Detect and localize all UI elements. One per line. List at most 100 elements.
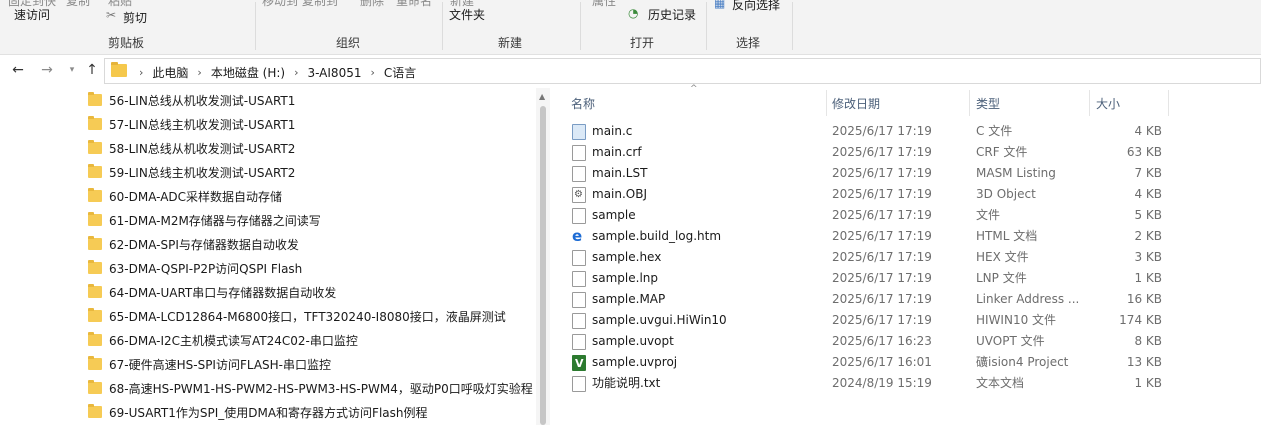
column-header-date[interactable]: 修改日期 <box>832 88 962 118</box>
tree-item-folder[interactable]: 65-DMA-LCD12864-M6800接口，TFT320240-I8080接… <box>88 304 506 328</box>
scrollbar-thumb[interactable] <box>540 106 546 425</box>
breadcrumb-drive-h[interactable]: 本地磁盘 (H:) <box>206 64 290 81</box>
chevron-right-icon[interactable]: › <box>366 66 378 79</box>
folder-icon <box>88 332 102 346</box>
file-name-cell: main.crf <box>572 142 822 163</box>
properties-clipped[interactable]: 属性 <box>592 0 616 9</box>
chevron-right-icon[interactable]: › <box>135 66 147 79</box>
file-name: main.OBJ <box>592 187 648 201</box>
tree-item-folder[interactable]: 57-LIN总线主机收发测试-USART1 <box>88 112 295 136</box>
file-row[interactable]: sample.uvopt 2025/6/17 16:23 UVOPT 文件 8 … <box>560 331 1261 352</box>
tree-item-folder[interactable]: 60-DMA-ADC采样数据自动存储 <box>88 184 282 208</box>
tree-item-folder[interactable]: 56-LIN总线从机收发测试-USART1 <box>88 88 295 112</box>
file-name-cell: sample.uvopt <box>572 331 822 352</box>
file-date: 2025/6/17 17:19 <box>832 313 932 327</box>
file-list: ^ 名称 修改日期 类型 大小 main.c 2025/6/17 17:19 C… <box>560 84 1261 425</box>
folder-icon <box>88 284 102 298</box>
delete-clipped[interactable]: 删除 <box>360 0 384 9</box>
column-header-name[interactable]: 名称 <box>571 88 821 118</box>
tree-item-folder[interactable]: 68-高速HS-PWM1-HS-PWM2-HS-PWM3-HS-PWM4，驱动P… <box>88 376 533 400</box>
breadcrumb-ai8051[interactable]: 3-AI8051 <box>302 66 366 80</box>
quick-access-label[interactable]: 速访问 <box>14 6 50 23</box>
back-arrow-icon[interactable]: ← <box>9 61 27 79</box>
move-copy-to-clipped[interactable]: 移动到 复制到 <box>262 0 338 9</box>
address-bar[interactable]: › 此电脑 › 本地磁盘 (H:) › 3-AI8051 › C语言 <box>104 58 1261 84</box>
column-header-type[interactable]: 类型 <box>976 88 1086 118</box>
file-name: sample.uvproj <box>592 355 678 369</box>
tree-item-folder[interactable]: 61-DMA-M2M存储器与存储器之间读写 <box>88 208 321 232</box>
file-row[interactable]: sample.build_log.htm 2025/6/17 17:19 HTM… <box>560 226 1261 247</box>
folder-icon <box>88 212 102 226</box>
breadcrumb: › 此电脑 › 本地磁盘 (H:) › 3-AI8051 › C语言 <box>135 64 421 81</box>
tree-item-label: 66-DMA-I2C主机模式读写AT24C02-串口监控 <box>109 333 358 348</box>
file-row[interactable]: sample.hex 2025/6/17 17:19 HEX 文件 3 KB <box>560 247 1261 268</box>
file-row[interactable]: main.crf 2025/6/17 17:19 CRF 文件 63 KB <box>560 142 1261 163</box>
tree-item-label: 65-DMA-LCD12864-M6800接口，TFT320240-I8080接… <box>109 309 506 324</box>
tree-item-folder[interactable]: 66-DMA-I2C主机模式读写AT24C02-串口监控 <box>88 328 358 352</box>
file-row[interactable]: sample.MAP 2025/6/17 17:19 Linker Addres… <box>560 289 1261 310</box>
folder-icon <box>88 380 102 394</box>
file-size: 5 KB <box>1134 208 1162 222</box>
copy-clipped[interactable]: 复制 <box>66 0 90 9</box>
file-name: main.c <box>592 124 633 138</box>
file-name: 功能说明.txt <box>592 376 661 390</box>
cut-button[interactable]: 剪切 <box>123 9 147 26</box>
navigation-bar: ← → ▾ ↑ › 此电脑 › 本地磁盘 (H:) › 3-AI8051 › C… <box>0 56 1261 86</box>
tree-item-label: 69-USART1作为SPI_使用DMA和寄存器方式访问Flash例程 <box>109 405 428 420</box>
file-row[interactable]: sample.uvgui.HiWin10 2025/6/17 17:19 HIW… <box>560 310 1261 331</box>
up-arrow-icon[interactable]: ↑ <box>83 61 101 79</box>
column-header-size[interactable]: 大小 <box>1096 88 1166 118</box>
breadcrumb-this-pc[interactable]: 此电脑 <box>147 64 193 81</box>
file-row[interactable]: sample.uvproj 2025/6/17 16:01 礦ision4 Pr… <box>560 352 1261 373</box>
rename-clipped[interactable]: 重命名 <box>396 0 432 9</box>
file-row[interactable]: main.OBJ 2025/6/17 17:19 3D Object 4 KB <box>560 184 1261 205</box>
invert-selection-button[interactable]: 反向选择 <box>732 0 780 13</box>
column-divider[interactable] <box>1168 90 1169 116</box>
tree-item-folder[interactable]: 59-LIN总线主机收发测试-USART2 <box>88 160 295 184</box>
tree-item-label: 68-高速HS-PWM1-HS-PWM2-HS-PWM3-HS-PWM4，驱动P… <box>109 381 533 396</box>
tree-item-folder[interactable]: 58-LIN总线从机收发测试-USART2 <box>88 136 295 160</box>
tree-item-label: 60-DMA-ADC采样数据自动存储 <box>109 189 283 204</box>
column-divider[interactable] <box>969 90 970 116</box>
chevron-right-icon[interactable]: › <box>290 66 302 79</box>
file-row[interactable]: sample.lnp 2025/6/17 17:19 LNP 文件 1 KB <box>560 268 1261 289</box>
new-folder-button[interactable]: 文件夹 <box>449 6 485 23</box>
file-type: Linker Address ... <box>976 292 1080 306</box>
history-button[interactable]: 历史记录 <box>648 6 696 23</box>
file-date: 2025/6/17 17:19 <box>832 124 932 138</box>
file-name: main.crf <box>592 145 642 159</box>
file-type: MASM Listing <box>976 166 1056 180</box>
ribbon-divider <box>442 2 443 50</box>
keil-project-icon <box>572 354 586 371</box>
column-divider[interactable] <box>826 90 827 116</box>
folder-icon <box>111 62 127 77</box>
folder-icon <box>88 164 102 178</box>
file-row[interactable]: 功能说明.txt 2024/8/19 15:19 文本文档 1 KB <box>560 373 1261 394</box>
c-file-icon <box>572 123 586 140</box>
ribbon-divider <box>580 2 581 50</box>
file-row[interactable]: main.c 2025/6/17 17:19 C 文件 4 KB <box>560 121 1261 142</box>
file-row[interactable]: sample 2025/6/17 17:19 文件 5 KB <box>560 205 1261 226</box>
tree-item-folder[interactable]: 63-DMA-QSPI-P2P访问QSPI Flash <box>88 256 302 280</box>
file-size: 3 KB <box>1134 250 1162 264</box>
folder-icon <box>88 116 102 130</box>
forward-arrow-icon[interactable]: → <box>38 61 56 79</box>
folder-icon <box>88 188 102 202</box>
tree-item-folder[interactable]: 62-DMA-SPI与存储器数据自动收发 <box>88 232 299 256</box>
breadcrumb-c-language[interactable]: C语言 <box>379 64 421 81</box>
file-type: 3D Object <box>976 187 1036 201</box>
file-row[interactable]: main.LST 2025/6/17 17:19 MASM Listing 7 … <box>560 163 1261 184</box>
group-organize-label: 组织 <box>336 36 361 50</box>
file-type: CRF 文件 <box>976 145 1028 159</box>
file-date: 2025/6/17 16:23 <box>832 334 932 348</box>
scroll-up-arrow-icon[interactable]: ▲ <box>539 92 545 101</box>
tree-item-folder[interactable]: 64-DMA-UART串口与存储器数据自动收发 <box>88 280 336 304</box>
recent-locations-chevron-icon[interactable]: ▾ <box>63 61 81 79</box>
tree-scrollbar[interactable]: ▲ <box>536 88 550 425</box>
tree-item-folder[interactable]: 67-硬件高速HS-SPI访问FLASH-串口监控 <box>88 352 331 376</box>
file-name-cell: 功能说明.txt <box>572 373 822 394</box>
column-divider[interactable] <box>1089 90 1090 116</box>
ribbon: 固定到快 复制 粘贴 速访问 ✂ 剪切 剪贴板 移动到 复制到 删除 重命名 组… <box>0 0 1261 55</box>
chevron-right-icon[interactable]: › <box>193 66 205 79</box>
tree-item-folder[interactable]: 69-USART1作为SPI_使用DMA和寄存器方式访问Flash例程 <box>88 400 428 424</box>
